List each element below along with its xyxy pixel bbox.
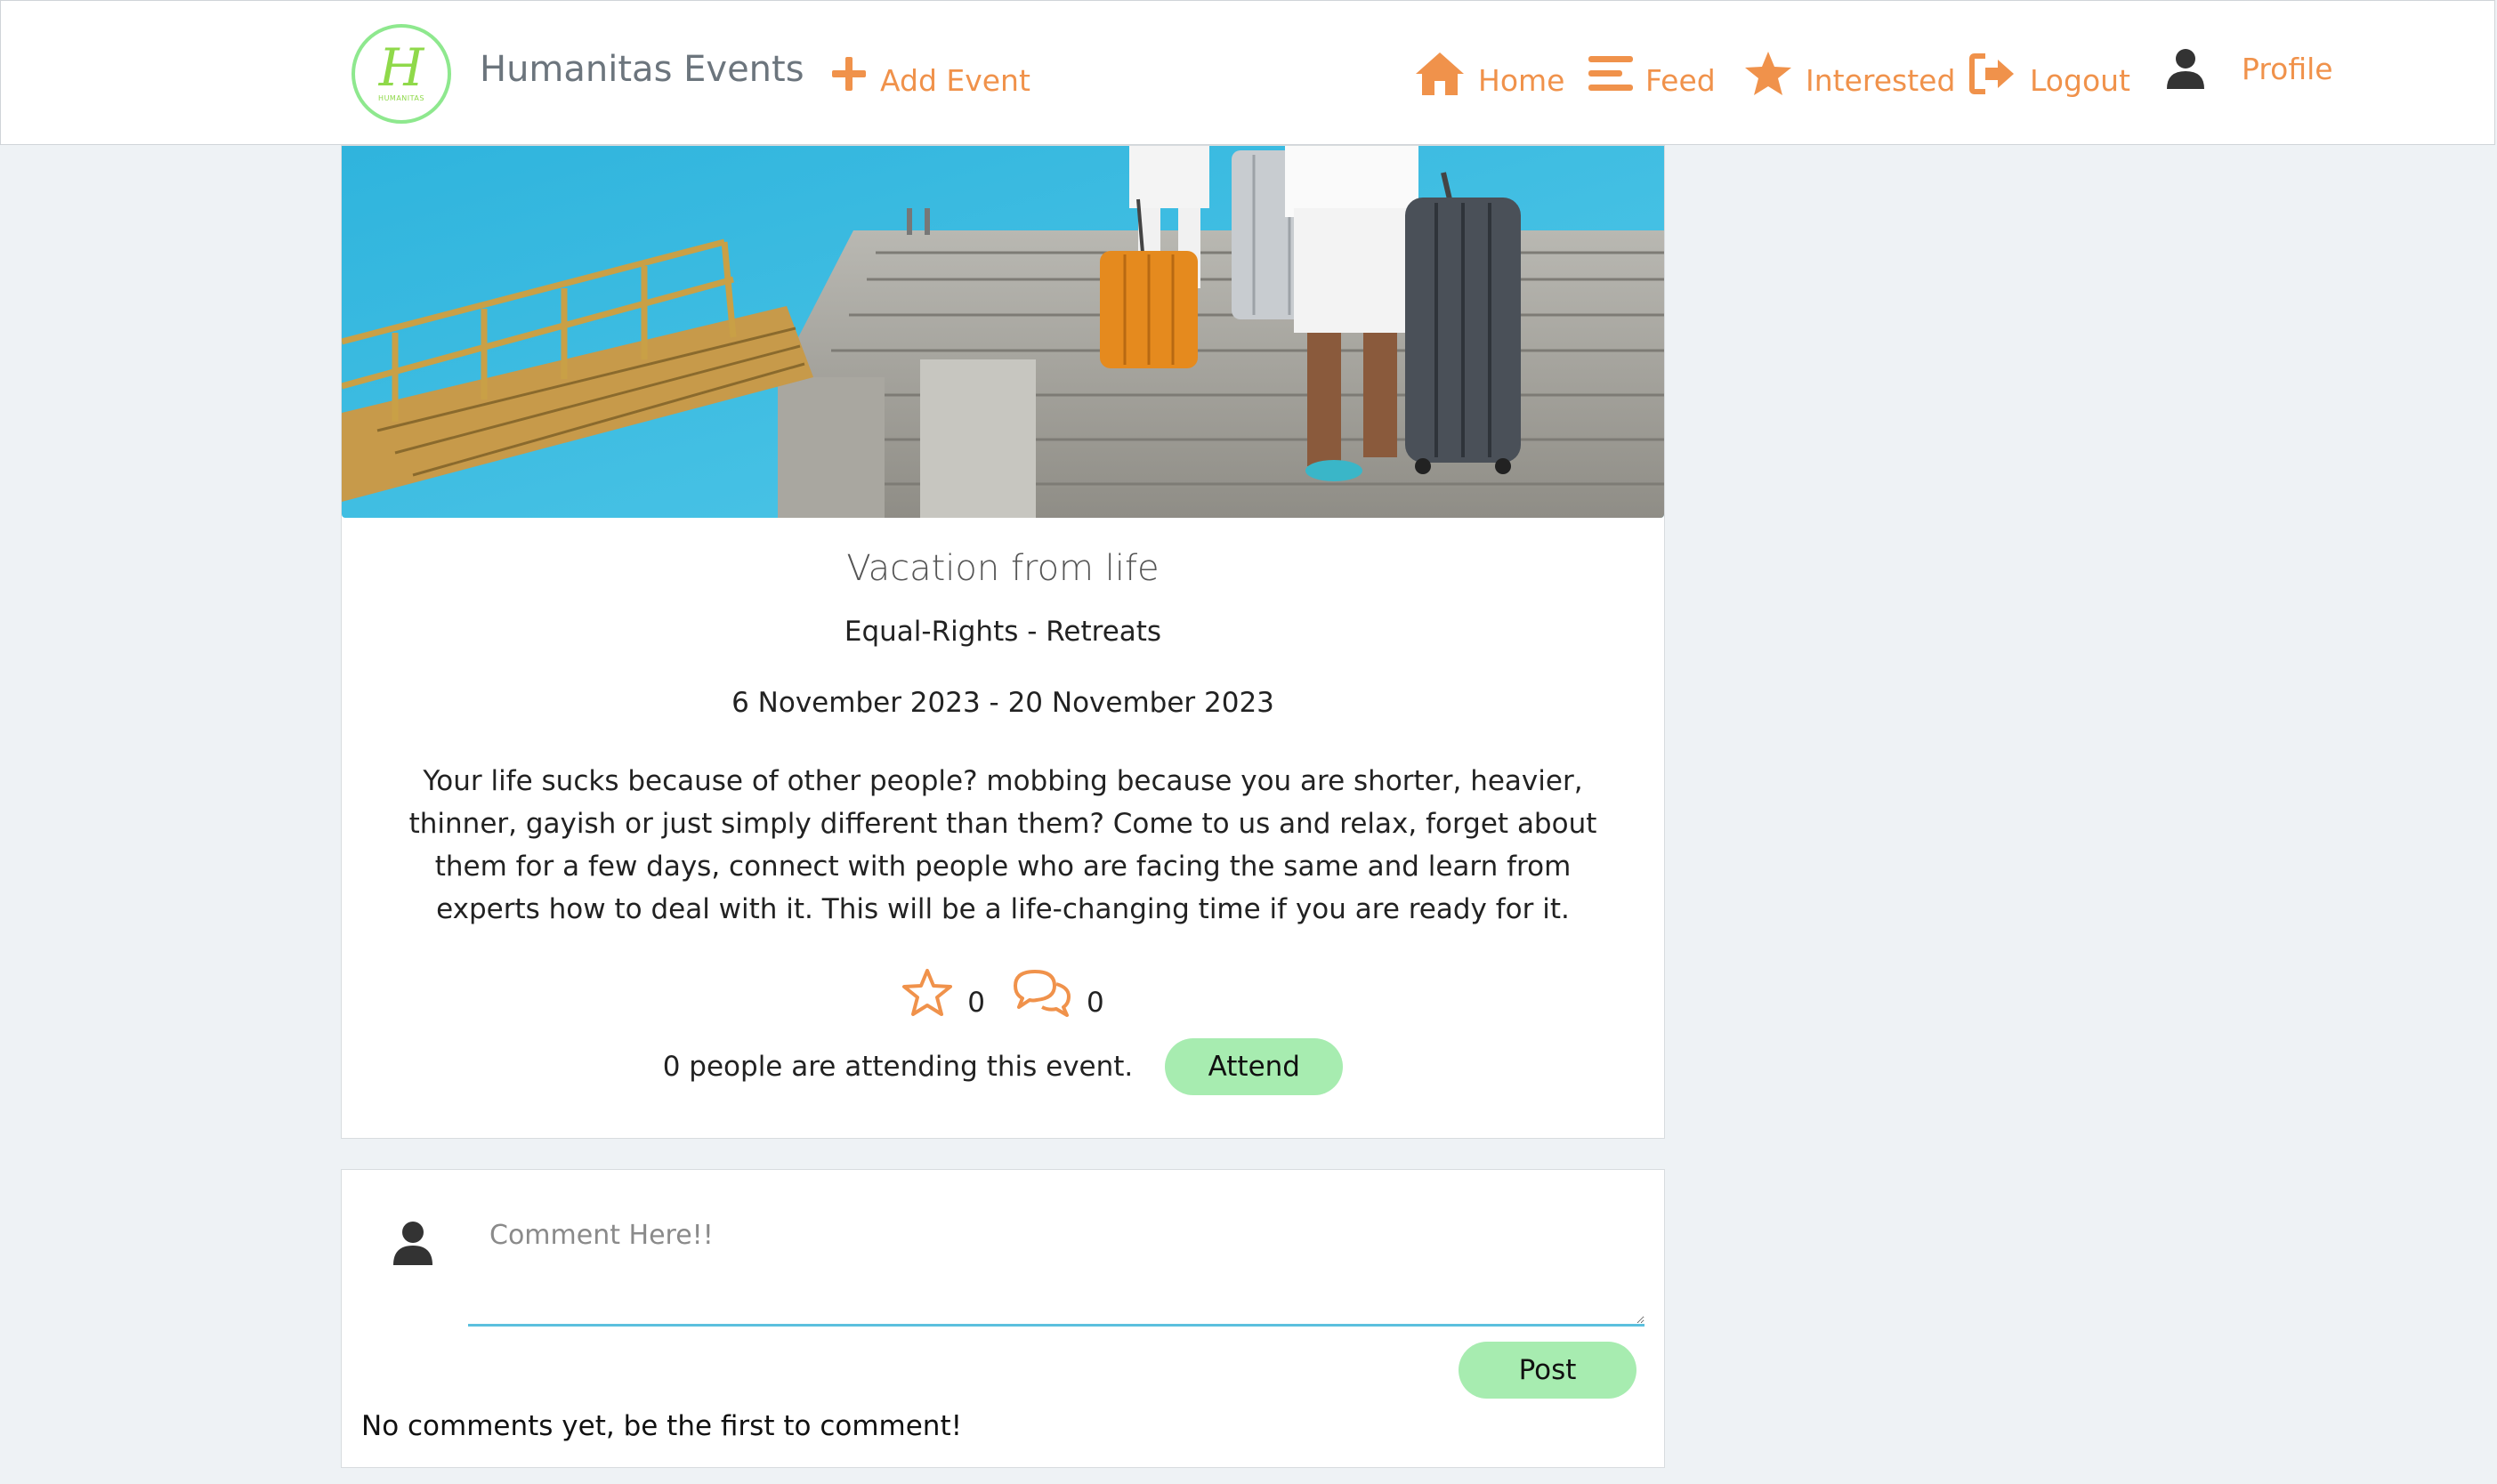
interested-label: Interested [1806,62,1956,98]
event-categories: Equal-Rights - Retreats [844,616,1162,648]
comments-icon [1012,968,1072,1025]
interested-toggle[interactable]: 0 [901,968,985,1025]
nav-profile[interactable]: Profile [2165,42,2333,95]
feed-label: Feed [1645,62,1716,98]
brand-name[interactable]: Humanitas Events [480,49,804,90]
event-image [342,146,1664,518]
logout-icon [1969,52,2017,95]
nav-home[interactable]: Home [1414,47,1564,101]
attend-button[interactable]: Attend [1165,1038,1344,1095]
logo-tagline: HUMANITAS [378,94,424,102]
home-label: Home [1478,62,1565,98]
list-icon [1588,54,1633,93]
nav-logout[interactable]: Logout [1969,47,2130,101]
star-icon [1743,50,1793,98]
comment-section: Post No comments yet, be the first to co… [341,1169,1665,1468]
top-navbar: H HUMANITAS Humanitas Events Add Event H… [0,0,2495,145]
attendance-row: 0 people are attending this event. Atten… [342,1037,1664,1096]
user-icon [2165,47,2206,90]
comment-input[interactable] [468,1202,1644,1327]
logout-label: Logout [2030,62,2130,98]
nav-interested[interactable]: Interested [1743,47,1955,101]
post-comment-button[interactable]: Post [1459,1342,1636,1399]
event-stats: 0 0 [342,968,1664,1025]
comment-count: 0 [1087,987,1104,1019]
comments-toggle[interactable]: 0 [1012,968,1104,1025]
interested-count: 0 [967,987,985,1019]
user-avatar-icon [392,1220,434,1270]
add-event-link[interactable]: Add Event [830,47,1030,101]
event-title: Vacation from life [846,548,1160,589]
logo-letter: H [378,37,424,98]
attending-text: 0 people are attending this event. [662,1051,1134,1083]
plus-icon [830,55,868,93]
add-event-label: Add Event [880,62,1030,98]
star-outline-icon [901,968,953,1025]
nav-feed[interactable]: Feed [1588,47,1716,101]
profile-label: Profile [2242,51,2333,86]
brand-logo[interactable]: H HUMANITAS [352,24,451,124]
event-card: Vacation from life Equal-Rights - Retrea… [341,145,1665,1139]
home-icon [1414,51,1466,97]
event-dates: 6 November 2023 - 20 November 2023 [731,687,1274,719]
empty-comments-text: No comments yet, be the first to comment… [361,1410,963,1442]
event-description: Your life sucks because of other people?… [408,765,1597,925]
